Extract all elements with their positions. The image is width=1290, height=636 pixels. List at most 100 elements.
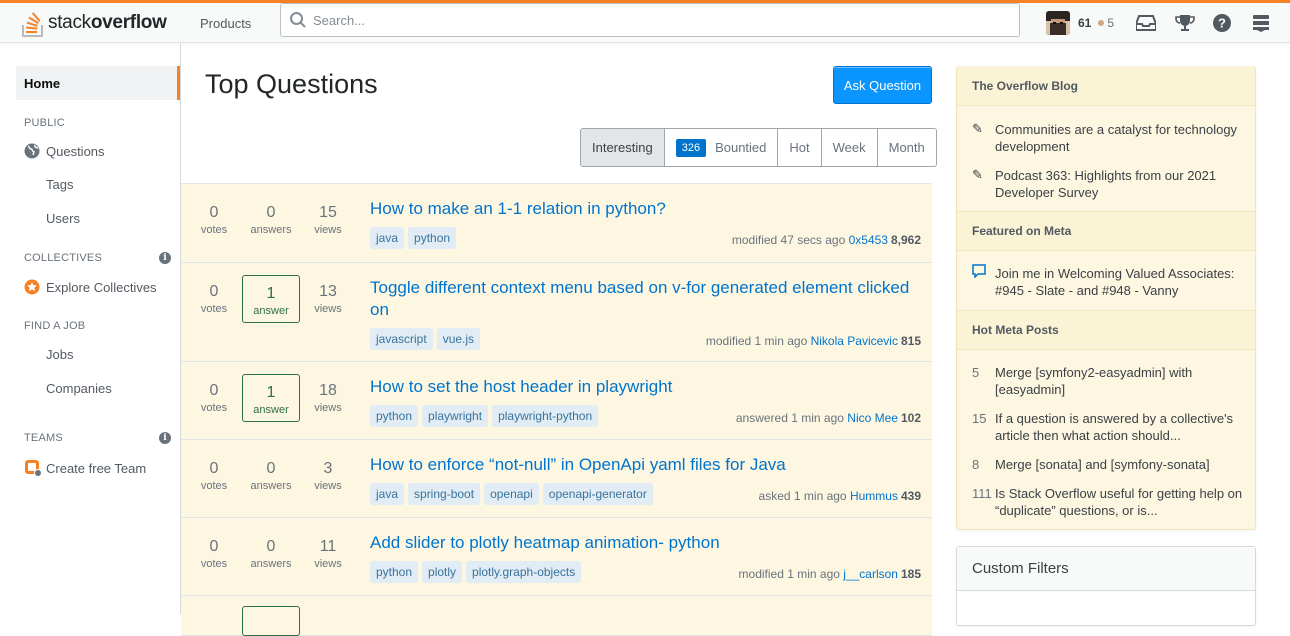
user-link[interactable]: Nico Mee — [847, 411, 898, 425]
tag[interactable]: plotly.graph-objects — [466, 561, 582, 583]
avatar[interactable] — [1046, 11, 1070, 35]
inbox-icon[interactable] — [1134, 11, 1158, 35]
stackoverflow-logo-icon — [22, 12, 43, 37]
tag[interactable]: openapi — [484, 483, 539, 505]
filter-month[interactable]: Month — [877, 129, 936, 166]
search-bar[interactable] — [280, 3, 1020, 37]
answer-count-accepted: 1 answer — [242, 374, 300, 422]
svg-text:?: ? — [1218, 16, 1226, 31]
question-title-link[interactable]: Toggle different context menu based on v… — [370, 277, 925, 321]
vote-count: 0 votes — [200, 460, 228, 492]
ask-question-button[interactable]: Ask Question — [833, 66, 932, 104]
stackoverflow-logo[interactable]: stackoverflow — [22, 3, 167, 43]
tag[interactable]: playwright — [422, 405, 489, 427]
answer-count-accepted: 1 answer — [242, 275, 300, 323]
nav-explore-collectives-label: Explore Collectives — [46, 279, 157, 295]
pencil-icon: ✎ — [972, 121, 983, 136]
tag[interactable]: spring-boot — [408, 483, 481, 505]
custom-filters-widget: Custom Filters — [956, 546, 1256, 626]
tag[interactable]: java — [370, 227, 405, 249]
tag[interactable]: python — [370, 405, 419, 427]
tag[interactable]: plotly — [422, 561, 463, 583]
answer-count-accepted — [242, 606, 300, 636]
page-title: Top Questions — [205, 69, 378, 99]
question-summary: 0 votes 1 answer 13 views Toggle different … — [181, 263, 932, 362]
filter-bountied[interactable]: 326 Bountied — [664, 129, 779, 166]
filter-hot[interactable]: Hot — [778, 129, 822, 166]
nav-section-teams: TEAMS — [24, 432, 63, 444]
nav-companies[interactable]: Companies — [46, 381, 112, 396]
question-meta: modified 1 min ago j__carlson 185 — [738, 567, 921, 581]
question-title-link[interactable]: How to make an 1-1 relation in python? — [370, 198, 930, 220]
achievements-icon[interactable] — [1173, 11, 1197, 35]
hot-post-link[interactable]: Merge [symfony2-easyadmin] with [easyadm… — [995, 364, 1245, 398]
blog-post-link[interactable]: Podcast 363: Highlights from our 2021 De… — [995, 167, 1245, 201]
nav-questions[interactable]: Questions — [24, 143, 105, 159]
question-title-link[interactable]: How to set the host header in playwright — [370, 376, 930, 398]
tag[interactable]: javascript — [370, 328, 433, 350]
bronze-badge-icon — [1098, 20, 1105, 26]
filter-interesting[interactable]: Interesting — [581, 129, 665, 166]
nav-home[interactable]: Home — [16, 66, 180, 100]
question-tags: python plotly plotly.graph-objects — [370, 561, 585, 583]
question-tags: java python — [370, 227, 460, 249]
question-tags: javascript vue.js — [370, 328, 484, 350]
hot-post-link[interactable]: If a question is answered by a collectiv… — [995, 410, 1245, 444]
tag[interactable]: playwright-python — [492, 405, 599, 427]
left-sidebar: Home PUBLIC Questions Tags Users COLLECT… — [0, 43, 181, 614]
nav-users[interactable]: Users — [46, 211, 80, 226]
user-link[interactable]: Hummus — [850, 489, 898, 503]
user-profile[interactable]: 61 5 — [1040, 3, 1114, 43]
vote-count: 0 votes — [200, 538, 228, 570]
tag[interactable]: python — [370, 561, 419, 583]
nav-jobs[interactable]: Jobs — [46, 347, 73, 362]
nav-tags[interactable]: Tags — [46, 177, 73, 192]
view-count: 3 views — [314, 460, 342, 492]
question-title-link[interactable]: Add slider to plotly heatmap animation- … — [370, 532, 930, 554]
teams-icon — [25, 460, 42, 477]
question-summary — [181, 596, 932, 636]
site-switcher-icon[interactable] — [1249, 11, 1273, 35]
custom-filters-header: Custom Filters — [957, 547, 1255, 591]
collectives-icon — [24, 279, 40, 295]
user-link[interactable]: j__carlson — [843, 567, 898, 581]
blog-post-link[interactable]: Communities are a catalyst for technolog… — [995, 121, 1245, 155]
filter-week[interactable]: Week — [821, 129, 878, 166]
view-count: 18 views — [314, 382, 342, 414]
answer-count: 0 answers — [250, 460, 292, 492]
user-link[interactable]: 0x5453 — [849, 233, 888, 247]
teams-info-icon[interactable]: i — [159, 432, 171, 444]
products-menu[interactable]: Products — [188, 9, 263, 37]
view-count: 11 views — [314, 538, 342, 570]
question-summary: 0 votes 1 answer 18 views How to set the ho… — [181, 362, 932, 440]
nav-create-team-label: Create free Team — [46, 460, 147, 476]
search-input[interactable] — [313, 12, 993, 28]
hot-post-count: 111 — [972, 486, 992, 501]
top-bar: stackoverflow Products 61 5 ? — [0, 0, 1290, 43]
tag[interactable]: python — [408, 227, 457, 249]
hot-post-link[interactable]: Merge [sonata] and [symfony-sonata] — [995, 456, 1245, 473]
tag[interactable]: openapi-generator — [542, 483, 653, 505]
question-list: 0 votes 0 answers 15 views How to make an 1… — [181, 183, 932, 636]
hot-post-count: 5 — [972, 365, 980, 380]
user-link[interactable]: Nikola Pavicevic — [811, 334, 898, 348]
question-meta: modified 1 min ago Nikola Pavicevic 815 — [705, 334, 921, 348]
nav-explore-collectives[interactable]: Explore Collectives — [24, 279, 157, 295]
help-icon[interactable]: ? — [1210, 11, 1234, 35]
hot-post-count: 8 — [972, 457, 980, 472]
vote-count: 0 votes — [200, 283, 228, 315]
search-icon — [290, 12, 306, 28]
nav-create-team[interactable]: Create free Team — [24, 459, 146, 477]
question-tags: java spring-boot openapi openapi-generat… — [370, 483, 657, 505]
nav-section-collectives: COLLECTIVES — [24, 252, 103, 264]
sidebar-blog-widget: The Overflow Blog ✎ Communities are a ca… — [956, 66, 1256, 530]
bronze-badge-count: 5 — [1107, 16, 1115, 30]
tag[interactable]: vue.js — [436, 328, 481, 350]
collectives-info-icon[interactable]: i — [159, 252, 171, 264]
question-title-link[interactable]: How to enforce “not-null” in OpenApi yam… — [370, 454, 930, 476]
hot-post-link[interactable]: Is Stack Overflow useful for getting hel… — [995, 485, 1245, 519]
question-meta: answered 1 min ago Nico Mee 102 — [735, 411, 921, 425]
chat-icon — [972, 264, 986, 281]
tag[interactable]: java — [370, 483, 405, 505]
meta-post-link[interactable]: Join me in Welcoming Valued Associates: … — [995, 265, 1245, 299]
